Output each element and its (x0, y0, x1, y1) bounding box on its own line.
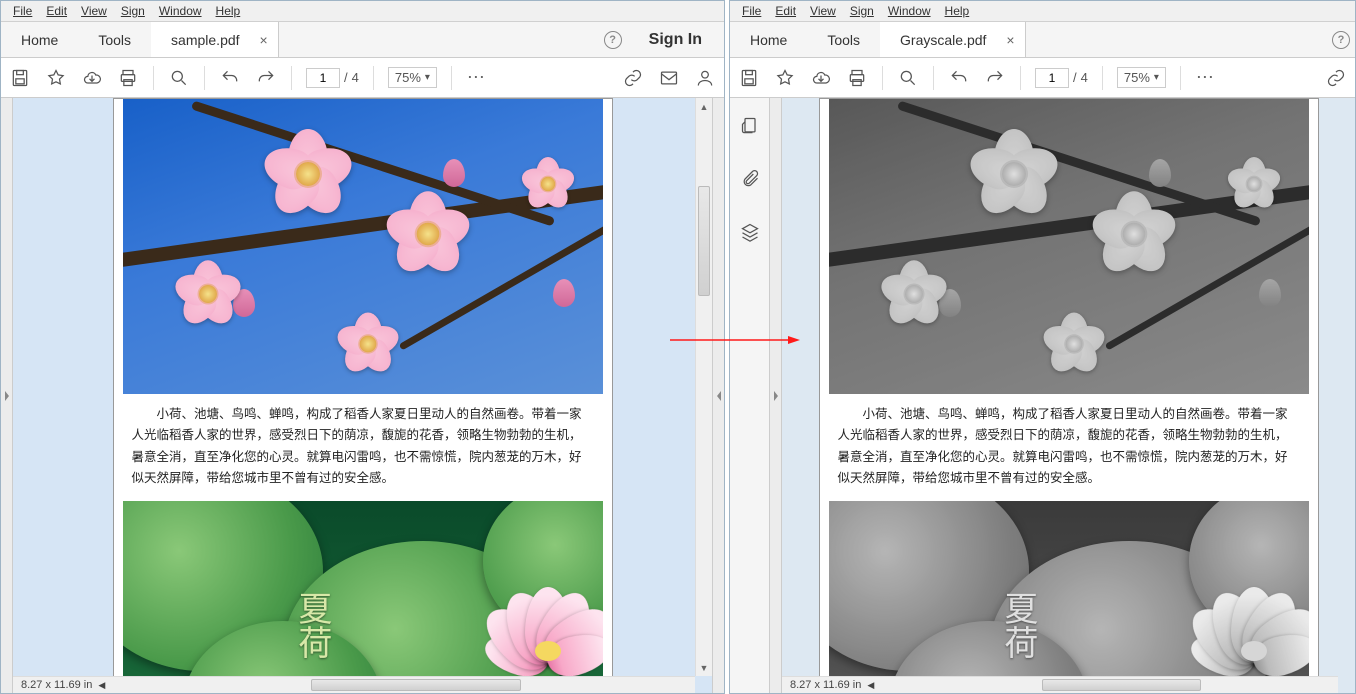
save-icon[interactable] (9, 67, 31, 89)
zoom-value: 75% (1124, 70, 1150, 85)
mail-icon[interactable] (658, 67, 680, 89)
menu-edit[interactable]: Edit (40, 2, 73, 20)
tab-tools[interactable]: Tools (807, 22, 880, 57)
zoom-value: 75% (395, 70, 421, 85)
tab-document[interactable]: sample.pdf × (151, 22, 279, 57)
page-total: 4 (1081, 70, 1088, 85)
tab-tools[interactable]: Tools (78, 22, 151, 57)
window-right: File Edit View Sign Window Help Home Too… (729, 0, 1356, 694)
menu-sign[interactable]: Sign (844, 2, 880, 20)
menu-help[interactable]: Help (210, 2, 247, 20)
close-icon[interactable]: × (1006, 32, 1014, 48)
page-nav: / 4 (1035, 68, 1088, 88)
image-cherry-blossom (829, 99, 1309, 394)
doc-title: Grayscale.pdf (900, 32, 986, 48)
print-icon[interactable] (117, 67, 139, 89)
zoom-select[interactable]: 75% ▾ (388, 67, 437, 88)
page-input[interactable] (306, 68, 340, 88)
menu-help[interactable]: Help (939, 2, 976, 20)
attachments-icon[interactable] (740, 169, 760, 194)
left-rail-toggle[interactable] (1, 98, 13, 693)
lotus-caption: 夏荷 (293, 591, 330, 659)
vscrollbar[interactable]: ▲▼ (695, 98, 712, 676)
left-rail-toggle[interactable] (770, 98, 782, 693)
star-icon[interactable] (774, 67, 796, 89)
cloud-icon[interactable] (81, 67, 103, 89)
search-icon[interactable] (168, 67, 190, 89)
menu-window[interactable]: Window (153, 2, 208, 20)
save-icon[interactable] (738, 67, 760, 89)
page-nav: / 4 (306, 68, 359, 88)
nav-rail (730, 98, 770, 693)
chevron-down-icon: ▾ (1154, 72, 1159, 83)
toolbar: / 4 75% ▾ ⋯ (730, 58, 1355, 98)
more-icon[interactable]: ⋯ (466, 67, 488, 89)
chevron-down-icon: ▾ (425, 72, 430, 83)
menu-file[interactable]: File (7, 2, 38, 20)
page-dimensions: 8.27 x 11.69 in (21, 679, 92, 691)
menu-file[interactable]: File (736, 2, 767, 20)
sign-in-button[interactable]: Sign In (627, 22, 724, 57)
status-bar: 8.27 x 11.69 in ◀ (782, 676, 1338, 693)
page: 小荷、池塘、鸟鸣、蝉鸣，构成了稻香人家夏日里动人的自然画卷。带着一家人光临稻香人… (819, 98, 1319, 693)
help-button[interactable]: ? (599, 22, 627, 57)
toolbar: / 4 75% ▾ ⋯ (1, 58, 724, 98)
lotus-caption: 夏荷 (999, 591, 1036, 659)
menu-view[interactable]: View (804, 2, 842, 20)
search-icon[interactable] (897, 67, 919, 89)
status-bar: 8.27 x 11.69 in ◀ (13, 676, 695, 693)
print-icon[interactable] (846, 67, 868, 89)
zoom-select[interactable]: 75% ▾ (1117, 67, 1166, 88)
page-input[interactable] (1035, 68, 1069, 88)
tab-document[interactable]: Grayscale.pdf × (880, 22, 1026, 57)
document-area[interactable]: 小荷、池塘、鸟鸣、蝉鸣，构成了稻香人家夏日里动人的自然画卷。带着一家人光临稻香人… (782, 98, 1355, 693)
more-icon[interactable]: ⋯ (1195, 67, 1217, 89)
help-button[interactable]: ? (1327, 22, 1355, 57)
link-icon[interactable] (1325, 67, 1347, 89)
link-icon[interactable] (622, 67, 644, 89)
menubar: File Edit View Sign Window Help (1, 1, 724, 22)
menu-edit[interactable]: Edit (769, 2, 802, 20)
page-sep: / (1073, 70, 1077, 85)
cloud-icon[interactable] (810, 67, 832, 89)
body-text: 小荷、池塘、鸟鸣、蝉鸣，构成了稻香人家夏日里动人的自然画卷。带着一家人光临稻香人… (114, 394, 612, 493)
star-icon[interactable] (45, 67, 67, 89)
document-area[interactable]: 小荷、池塘、鸟鸣、蝉鸣，构成了稻香人家夏日里动人的自然画卷。带着一家人光临稻香人… (13, 98, 712, 693)
doc-title: sample.pdf (171, 32, 239, 48)
thumbnails-icon[interactable] (740, 116, 760, 141)
image-lotus: 夏荷 (123, 501, 603, 693)
tabstrip: Home Tools sample.pdf × ? Sign In (1, 22, 724, 58)
page: 小荷、池塘、鸟鸣、蝉鸣，构成了稻香人家夏日里动人的自然画卷。带着一家人光临稻香人… (113, 98, 613, 693)
redo-icon[interactable] (984, 67, 1006, 89)
window-left: File Edit View Sign Window Help Home Too… (0, 0, 725, 694)
page-total: 4 (352, 70, 359, 85)
undo-icon[interactable] (948, 67, 970, 89)
right-rail-toggle[interactable] (712, 98, 724, 693)
person-icon[interactable] (694, 67, 716, 89)
menu-view[interactable]: View (75, 2, 113, 20)
menubar: File Edit View Sign Window Help (730, 1, 1355, 22)
chevron-left-icon[interactable]: ◀ (98, 680, 105, 691)
hscroll-thumb[interactable] (1042, 679, 1202, 691)
page-sep: / (344, 70, 348, 85)
layers-icon[interactable] (740, 222, 760, 247)
tabstrip: Home Tools Grayscale.pdf × ? (730, 22, 1355, 58)
chevron-left-icon[interactable]: ◀ (867, 680, 874, 691)
page-dimensions: 8.27 x 11.69 in (790, 679, 861, 691)
menu-window[interactable]: Window (882, 2, 937, 20)
image-lotus: 夏荷 (829, 501, 1309, 693)
body-text: 小荷、池塘、鸟鸣、蝉鸣，构成了稻香人家夏日里动人的自然画卷。带着一家人光临稻香人… (820, 394, 1318, 493)
tab-home[interactable]: Home (1, 22, 78, 57)
close-icon[interactable]: × (260, 32, 268, 48)
undo-icon[interactable] (219, 67, 241, 89)
menu-sign[interactable]: Sign (115, 2, 151, 20)
hscroll-thumb[interactable] (311, 679, 521, 691)
image-cherry-blossom (123, 99, 603, 394)
tab-home[interactable]: Home (730, 22, 807, 57)
redo-icon[interactable] (255, 67, 277, 89)
